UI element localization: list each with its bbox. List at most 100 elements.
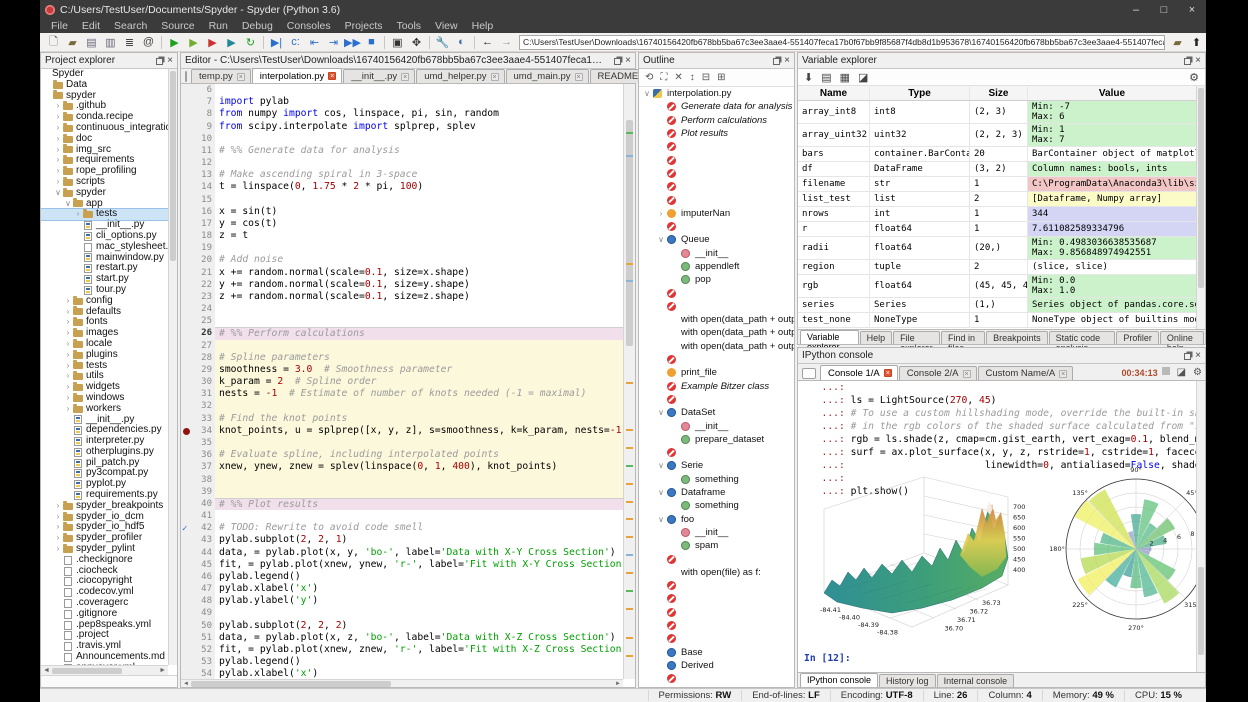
- options-gear-icon[interactable]: ⚙: [1189, 71, 1199, 84]
- outline-item[interactable]: spam: [639, 539, 794, 552]
- variable-row[interactable]: filenamestr1C:\ProgramData\Anaconda3\lib…: [798, 177, 1196, 192]
- parent-directory-icon[interactable]: ⬆: [1187, 34, 1206, 51]
- expander-icon[interactable]: ›: [54, 533, 62, 544]
- outline-item[interactable]: [639, 193, 794, 206]
- outline-item[interactable]: ∨Serie: [639, 459, 794, 472]
- close-pane-icon[interactable]: ×: [1195, 56, 1201, 66]
- outline-item[interactable]: [639, 180, 794, 193]
- pane-tab[interactable]: Breakpoints: [986, 331, 1048, 344]
- outline-item[interactable]: __init__: [639, 419, 794, 432]
- debug-icon[interactable]: ▶|: [267, 34, 286, 51]
- tree-item[interactable]: ›doc: [41, 134, 168, 145]
- open-directory-icon[interactable]: ▰: [1168, 34, 1187, 51]
- code-line[interactable]: 47pylab.xlabel('x'): [181, 583, 623, 595]
- outline-item[interactable]: ∨interpolation.py: [639, 87, 794, 100]
- menu-file[interactable]: File: [44, 20, 75, 32]
- console-output[interactable]: ...: ...: ls = LightSource(270, 45) ...:…: [798, 381, 1196, 672]
- outline-item[interactable]: [639, 632, 794, 645]
- new-file-icon[interactable]: 🗋: [44, 34, 63, 51]
- expander-icon[interactable]: ›: [64, 393, 72, 404]
- tree-item[interactable]: Spyder: [41, 69, 168, 80]
- close-tab-icon[interactable]: ×: [963, 370, 971, 378]
- code-line[interactable]: 52fit, = pylab.plot(xnew, znew, 'r-', la…: [181, 644, 623, 656]
- code-line[interactable]: 39: [181, 486, 623, 498]
- close-button[interactable]: ×: [1178, 0, 1206, 19]
- outline-item[interactable]: print_file: [639, 366, 794, 379]
- import-data-icon[interactable]: ⬇: [804, 71, 813, 84]
- code-line[interactable]: 29smoothness = 3.0 # Smoothness paramete…: [181, 364, 623, 376]
- expander-icon[interactable]: ›: [64, 339, 72, 350]
- tree-item[interactable]: ›plugins: [41, 350, 168, 361]
- code-line[interactable]: 18z = t: [181, 230, 623, 242]
- expander-icon[interactable]: ›: [54, 166, 62, 177]
- editor-tab[interactable]: temp.py×: [191, 69, 251, 83]
- code-line[interactable]: ✓42# TODO: Rewrite to avoid code smell: [181, 522, 623, 534]
- outline-item[interactable]: [639, 153, 794, 166]
- tree-item[interactable]: ∨spyder: [41, 188, 168, 199]
- outline-item[interactable]: [639, 579, 794, 592]
- code-line[interactable]: 36# Evaluate spline, including interpola…: [181, 449, 623, 461]
- outline-item[interactable]: Generate data for analysis: [639, 100, 794, 113]
- outline-item[interactable]: Plot results: [639, 127, 794, 140]
- undock-icon[interactable]: [1184, 58, 1191, 65]
- expander-icon[interactable]: ›: [54, 101, 62, 112]
- code-line[interactable]: 34knot_points, u = splprep([x, y, z], s=…: [181, 425, 623, 437]
- code-line[interactable]: 11# %% Generate data for analysis: [181, 145, 623, 157]
- run-selection-icon[interactable]: ↻: [241, 34, 260, 51]
- outline-item[interactable]: with open(data_path + output_file_n...: [639, 326, 794, 339]
- outline-item[interactable]: [639, 592, 794, 605]
- outline-item[interactable]: __init__: [639, 247, 794, 260]
- outline-item[interactable]: [639, 393, 794, 406]
- outline-item[interactable]: pop: [639, 273, 794, 286]
- rerun-cell-icon[interactable]: ▶: [222, 34, 241, 51]
- tree-item[interactable]: ›continuous_integration: [41, 123, 168, 134]
- maximize-button[interactable]: □: [1150, 0, 1178, 19]
- editor-tab[interactable]: interpolation.py×: [252, 68, 342, 83]
- pane-tab[interactable]: Online help: [1160, 331, 1204, 344]
- code-line[interactable]: 43pylab.subplot(2, 2, 1): [181, 534, 623, 546]
- expander-icon[interactable]: ›: [657, 209, 665, 218]
- sort-icon[interactable]: ↕: [690, 72, 695, 83]
- code-line[interactable]: 50pylab.subplot(2, 2, 2): [181, 620, 623, 632]
- expander-icon[interactable]: ∨: [64, 199, 72, 210]
- expand-all-icon[interactable]: ⊞: [717, 72, 725, 83]
- expander-icon[interactable]: ›: [64, 371, 72, 382]
- close-pane-icon[interactable]: ×: [625, 56, 631, 66]
- close-tab-icon[interactable]: ×: [491, 73, 499, 81]
- outline-item[interactable]: prepare_dataset: [639, 433, 794, 446]
- expander-icon[interactable]: ∨: [657, 488, 665, 497]
- close-tab-icon[interactable]: ×: [575, 73, 583, 81]
- undock-icon[interactable]: [773, 58, 780, 65]
- code-line[interactable]: 8from numpy import cos, linspace, pi, si…: [181, 108, 623, 120]
- python-logo-icon[interactable]: ◐: [452, 34, 471, 51]
- undock-icon[interactable]: [614, 58, 621, 65]
- close-tab-icon[interactable]: ×: [237, 73, 245, 81]
- code-line[interactable]: 9from scipy.interpolate import splprep, …: [181, 121, 623, 133]
- variables-scrollbar[interactable]: [1196, 86, 1205, 329]
- outline-item[interactable]: __init__: [639, 526, 794, 539]
- console-scrollbar[interactable]: [1196, 381, 1205, 672]
- outline-item[interactable]: ›imputerNan: [639, 207, 794, 220]
- collapse-all-icon[interactable]: ⊟: [702, 72, 710, 83]
- console-pane-tab[interactable]: Internal console: [937, 674, 1015, 687]
- go-to-cursor-icon[interactable]: ✕: [674, 72, 682, 83]
- editor-tab[interactable]: __init__.py×: [343, 69, 415, 83]
- step-over-icon[interactable]: c:: [286, 34, 305, 51]
- minimize-button[interactable]: –: [1122, 0, 1150, 19]
- outline-item[interactable]: [639, 552, 794, 565]
- browse-tabs-icon[interactable]: [185, 71, 187, 82]
- breakpoint-icon[interactable]: [183, 428, 190, 435]
- tree-item[interactable]: Data: [41, 80, 168, 91]
- code-line[interactable]: 22y += random.normal(scale=0.1, size=y.s…: [181, 279, 623, 291]
- browse-tabs-icon[interactable]: [802, 368, 816, 379]
- pane-tab[interactable]: Find in files: [941, 331, 985, 344]
- variable-row[interactable]: array_int8int8(2, 3)Min: -7Max: 6: [798, 101, 1196, 124]
- close-tab-icon[interactable]: ×: [884, 369, 892, 377]
- expander-icon[interactable]: ›: [54, 544, 62, 555]
- console-pane-tab[interactable]: IPython console: [800, 673, 878, 687]
- outline-item[interactable]: with open(data_path + output_file_n...: [639, 313, 794, 326]
- code-line[interactable]: 54pylab.xlabel('x'): [181, 668, 623, 679]
- expander-icon[interactable]: ∨: [657, 235, 665, 244]
- code-line[interactable]: 10: [181, 133, 623, 145]
- menu-source[interactable]: Source: [154, 20, 201, 32]
